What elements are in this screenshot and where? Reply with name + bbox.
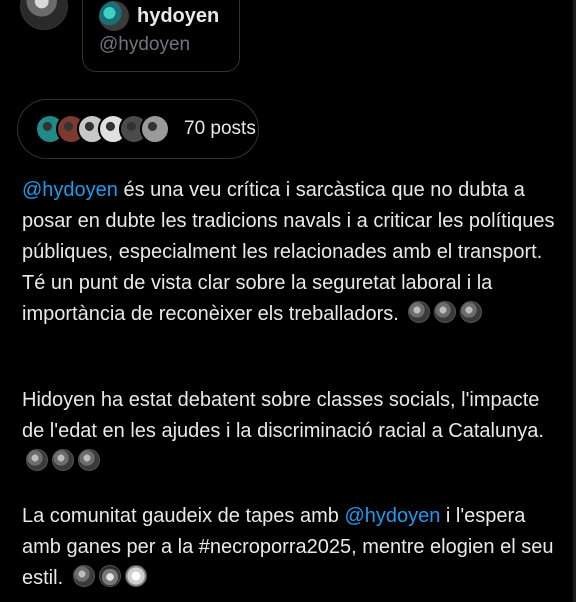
grok-summary-panel: hydoyen @hydoyen 70 posts @hydoyen és un… xyxy=(0,0,576,602)
globe-emoji-icon xyxy=(78,449,100,471)
globe-emoji-icon xyxy=(434,301,457,323)
paragraph-text: Hidoyen ha estat debatent sobre classes … xyxy=(22,389,544,442)
emoji-row xyxy=(72,565,151,587)
helmet-emoji-icon xyxy=(98,565,121,587)
snowflake-emoji-icon xyxy=(124,565,147,587)
globe-emoji-icon xyxy=(408,301,431,323)
emoji-row xyxy=(408,301,486,323)
profile-avatar[interactable] xyxy=(99,1,129,31)
stacked-avatar xyxy=(140,114,170,144)
display-name[interactable]: hydoyen xyxy=(137,5,219,28)
user-avatar[interactable] xyxy=(20,0,68,30)
summary-paragraph-3: La comunitat gaudeix de tapes amb @hydoy… xyxy=(22,501,558,594)
paragraph-text: La comunitat gaudeix de tapes amb xyxy=(22,505,345,527)
summary-paragraph-1: @hydoyen és una veu crítica i sarcàstica… xyxy=(22,175,558,330)
mention-link[interactable]: @hydoyen xyxy=(22,179,118,201)
posts-count: 70 posts xyxy=(184,118,256,139)
globe-emoji-icon xyxy=(72,565,95,587)
profile-handle[interactable]: @hydoyen xyxy=(99,34,190,56)
emoji-row xyxy=(26,449,104,471)
globe-emoji-icon xyxy=(52,449,74,471)
summary-paragraph-2: Hidoyen ha estat debatent sobre classes … xyxy=(22,385,558,478)
avatar-stack xyxy=(35,114,170,144)
profile-row: hydoyen xyxy=(99,1,219,31)
profile-card[interactable]: hydoyen @hydoyen xyxy=(82,0,240,72)
posts-pill-button[interactable]: 70 posts xyxy=(17,99,259,159)
mention-link[interactable]: @hydoyen xyxy=(344,505,440,527)
globe-emoji-icon xyxy=(460,301,483,323)
globe-emoji-icon xyxy=(26,449,48,471)
